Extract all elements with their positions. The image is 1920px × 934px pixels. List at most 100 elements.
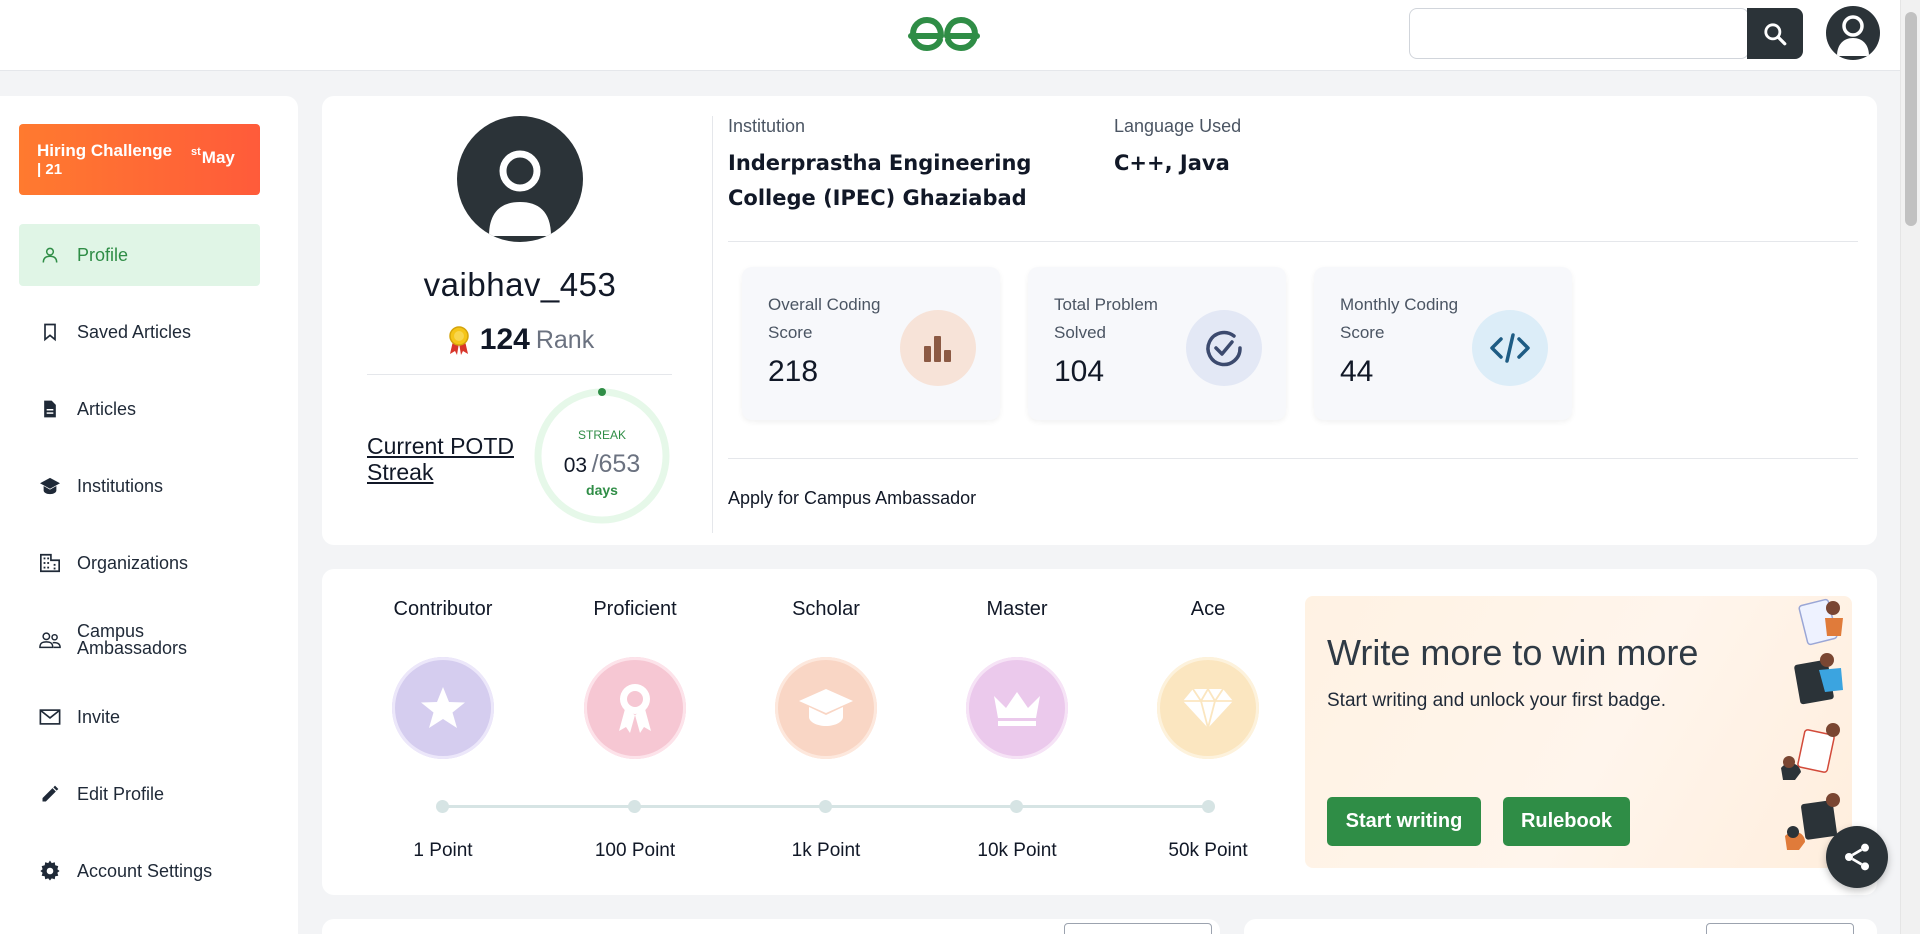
badge-title-scholar: Scholar [792,598,860,620]
badge-points: 1k Point [791,840,861,861]
person-icon [39,244,61,266]
language-value: C++, Java [1114,151,1230,175]
building-icon [39,552,61,574]
sidebar-item-articles[interactable]: Articles [19,378,260,440]
graduation-cap-icon [39,475,61,497]
sidebar-item-organizations[interactable]: Organizations [19,532,260,594]
writers-illustration [1781,598,1843,850]
stat-card-monthly-coding-score: Monthly Coding Score 44 [1314,267,1572,420]
medal-icon [449,326,469,355]
card-control[interactable] [1706,923,1854,934]
hiring-challenge-banner[interactable]: Hiring Challenge | 21 stMay [19,124,260,195]
profile-username: vaibhav_453 [423,266,617,303]
track-dot [1010,800,1023,813]
hiring-challenge-suffix: st [191,146,201,158]
people-icon [39,629,61,651]
badge-title-ace: Ace [1190,598,1226,620]
hiring-challenge-month: May [201,148,235,167]
code-icon [1472,310,1548,386]
diamond-icon [1157,657,1259,759]
card-control[interactable] [1064,923,1212,934]
streak-value: 03 /653 [532,450,672,479]
gear-icon [39,860,61,882]
sidebar-item-label: Account Settings [77,861,213,881]
institution-label: Institution [728,116,806,136]
track-dot [628,800,641,813]
sidebar-item-label: Profile [77,245,129,265]
search-input[interactable] [1411,10,1749,57]
bottom-card [1244,919,1877,934]
sidebar-item-label: Institutions [77,476,164,496]
sidebar-item-account-settings[interactable]: Account Settings [19,840,260,902]
badge-points: 100 Point [594,840,676,861]
rank-value: 124 [479,323,530,356]
gfg-logo-icon[interactable] [905,12,983,56]
bottom-card [322,919,1220,934]
stat-label: Monthly Coding Score [1340,295,1459,342]
sidebar-item-label: Campus Ambassadors [77,621,188,658]
crown-icon [966,657,1068,759]
badge-points: 10k Point [977,840,1057,861]
sidebar-item-campus-ambassadors[interactable]: Campus Ambassadors [19,609,260,671]
scrollbar-thumb[interactable] [1905,12,1917,226]
pencil-icon [39,783,61,805]
potd-streak-link[interactable]: Current POTD Streak [367,433,527,485]
user-avatar-icon [1837,15,1869,56]
badges-card: Contributor Proficient Scholar Master Ac… [322,569,1877,895]
streak-label: STREAK [577,428,626,442]
user-avatar[interactable] [1826,6,1880,60]
share-button[interactable] [1826,826,1888,888]
stat-label: Total Problem Solved [1054,295,1158,342]
streak-current: 03 [563,454,588,477]
share-icon [1845,843,1869,871]
badge-title-contributor: Contributor [393,598,493,620]
search-box [1409,8,1749,59]
sidebar-item-institutions[interactable]: Institutions [19,455,260,517]
search-button[interactable] [1747,8,1803,59]
graduation-cap-icon [775,657,877,759]
rank-row: 124 Rank [352,323,688,357]
sidebar-item-profile[interactable]: Profile [19,224,260,286]
language-label: Language Used [1114,116,1242,136]
bookmark-icon [39,321,61,343]
stat-card-total-problem-solved: Total Problem Solved 104 [1028,267,1286,420]
rank-label: Rank [535,325,595,354]
sidebar-item-saved-articles[interactable]: Saved Articles [19,301,260,363]
bar-chart-icon [900,310,976,386]
profile-card: vaibhav_453 124 Rank Current POTD Streak… [322,96,1877,545]
top-header [0,0,1900,71]
sidebar-item-edit-profile[interactable]: Edit Profile [19,763,260,825]
sidebar-item-label: Organizations [77,553,189,573]
page-scrollbar[interactable] [1900,0,1920,934]
hiring-challenge-title: Hiring Challenge [37,141,173,160]
streak-days: days [586,482,618,498]
stat-label: Overall Coding Score [768,295,881,342]
divider [728,241,1858,242]
divider [728,458,1858,459]
profile-avatar [457,116,583,242]
badge-title-proficient: Proficient [593,598,677,620]
search-icon [1764,22,1787,45]
sidebar-item-label: Articles [77,399,137,419]
sidebar-item-label: Edit Profile [77,784,165,804]
check-circle-icon [1186,310,1262,386]
sidebar-item-invite[interactable]: Invite [19,686,260,748]
ribbon-icon [584,657,686,759]
start-writing-button[interactable]: Start writing [1327,797,1481,846]
promo-subtitle: Start writing and unlock your first badg… [1327,690,1667,711]
track-dot [1202,800,1215,813]
sidebar-item-label: Invite [77,707,121,727]
badge-points: 50k Point [1168,840,1248,861]
hiring-challenge-month-wrap: stMay [191,146,235,168]
mail-icon [39,706,61,728]
track-dot [819,800,832,813]
badge-points: 1 Point [413,840,473,861]
user-avatar-icon [489,150,551,236]
streak-total: /653 [591,450,641,478]
rulebook-button[interactable]: Rulebook [1503,797,1630,846]
vertical-divider [712,116,713,533]
apply-campus-ambassador-link[interactable]: Apply for Campus Ambassador [728,488,976,509]
stat-value: 44 [1340,355,1374,388]
badge-title-master: Master [986,598,1048,620]
sidebar-item-label: Saved Articles [77,322,192,342]
